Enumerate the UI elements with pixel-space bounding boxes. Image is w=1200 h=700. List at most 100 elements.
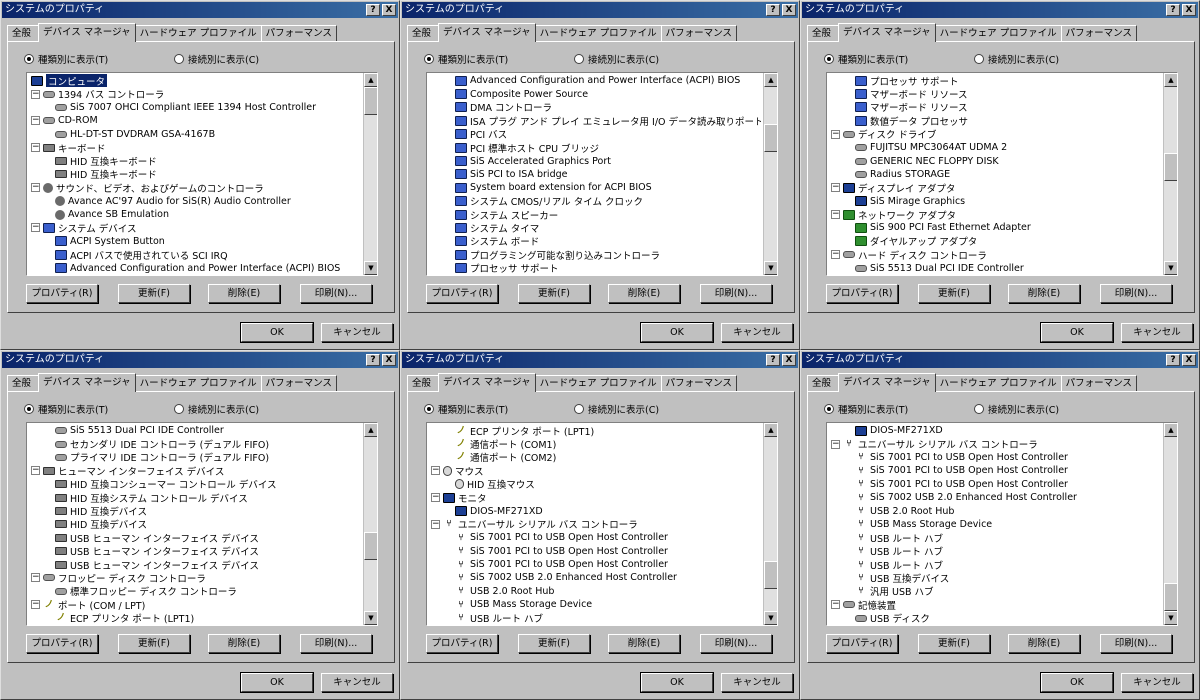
cancel-button[interactable]: キャンセル: [1121, 673, 1193, 692]
tree-scrollbar[interactable]: ▲ ▼: [763, 423, 777, 625]
radio-by-connection[interactable]: 接続別に表示(C): [174, 52, 259, 66]
help-button[interactable]: ?: [766, 4, 780, 16]
tab-hardware-profiles[interactable]: ハードウェア プロファイル: [934, 375, 1062, 391]
collapse-toggle[interactable]: −: [831, 600, 840, 610]
scroll-down-icon[interactable]: ▼: [364, 261, 377, 275]
device-tree[interactable]: ノ ECP プリンタ ポート (LPT1) ノ通信ポート (COM1) ノ通信ポート …: [426, 422, 778, 626]
cancel-button[interactable]: キャンセル: [321, 673, 393, 692]
tree-item[interactable]: − ディスプレイ アダプタ: [829, 181, 1161, 195]
ok-button[interactable]: OK: [240, 672, 314, 693]
tree-item[interactable]: − キーボード: [29, 141, 361, 154]
tree-item[interactable]: HID 互換キーボード: [29, 154, 361, 168]
tab-device-manager[interactable]: デバイス マネージャ: [438, 23, 536, 42]
tree-item[interactable]: USB ヒューマン インターフェイス デバイス: [29, 558, 361, 571]
tree-item[interactable]: HID 互換コンシューマー コントロール デバイス: [29, 478, 361, 491]
tree-item[interactable]: − ノポート (COM / LPT): [29, 598, 361, 611]
tree-item[interactable]: HL-DT-ST DVDRAM GSA-4167B: [29, 128, 361, 141]
tree-item[interactable]: SiS Mirage Graphics: [829, 195, 1161, 208]
tree-item[interactable]: USB ディスク: [829, 611, 1161, 625]
collapse-toggle[interactable]: −: [31, 466, 40, 476]
tree-item[interactable]: プログラミング可能な割り込みコントローラ: [429, 248, 761, 261]
tree-item[interactable]: ⑂ USB ルート ハブ: [829, 558, 1161, 572]
tree-item[interactable]: ⑂ SiS 7001 PCI to USB Open Host Controlle…: [829, 451, 1161, 464]
tab-general[interactable]: 全般: [807, 375, 839, 391]
scroll-down-icon[interactable]: ▼: [764, 261, 777, 275]
tree-item[interactable]: ⑂ SiS 7001 PCI to USB Open Host Controlle…: [829, 478, 1161, 491]
tab-hardware-profiles[interactable]: ハードウェア プロファイル: [534, 375, 662, 391]
tree-item[interactable]: SiS 7007 OHCI Compliant IEEE 1394 Host C…: [29, 101, 361, 114]
tree-item[interactable]: HID 互換システム コントロール デバイス: [29, 491, 361, 504]
tree-item[interactable]: ⑂ 汎用 USB ハブ: [829, 585, 1161, 598]
properties-button[interactable]: プロパティ(R): [426, 284, 498, 303]
tree-item[interactable]: − サウンド、ビデオ、およびゲームのコントローラ: [29, 181, 361, 195]
collapse-toggle[interactable]: −: [831, 210, 840, 220]
tree-item[interactable]: Advanced Configuration and Power Interfa…: [429, 74, 761, 87]
tree-item[interactable]: Advanced Configuration and Power Interfa…: [29, 261, 361, 274]
tree-scrollbar[interactable]: ▲ ▼: [1163, 423, 1177, 625]
tree-item[interactable]: ACPI バスで使用されている SCI IRQ: [29, 248, 361, 261]
tree-item[interactable]: − フロッピー ディスク コントローラ: [29, 571, 361, 585]
tree-item[interactable]: ⑂ SiS 7002 USB 2.0 Enhanced Host Controll…: [429, 571, 761, 584]
tree-item[interactable]: PCI バス: [429, 128, 761, 141]
tree-item[interactable]: − ネットワーク アダプタ: [829, 208, 1161, 221]
radio-by-connection[interactable]: 接続別に表示(C): [174, 402, 259, 416]
tree-item[interactable]: ノ ECP プリンタ ポート (LPT1): [29, 611, 361, 625]
print-button[interactable]: 印刷(N)...: [1100, 634, 1172, 653]
tree-item[interactable]: SiS 5513 Dual PCI IDE Controller: [829, 261, 1161, 274]
refresh-button[interactable]: 更新(F): [518, 634, 590, 653]
tree-item[interactable]: − 記憶装置: [829, 598, 1161, 611]
tree-item[interactable]: − ⑂ ユニバーサル シリアル バス コントローラ: [429, 518, 761, 531]
print-button[interactable]: 印刷(N)...: [1100, 284, 1172, 303]
properties-button[interactable]: プロパティ(R): [26, 284, 98, 303]
help-button[interactable]: ?: [766, 354, 780, 366]
tree-item[interactable]: ⑂ USB Mass Storage Device: [829, 518, 1161, 531]
tree-item[interactable]: ダイヤルアップ アダプタ: [829, 235, 1161, 248]
tab-device-manager[interactable]: デバイス マネージャ: [38, 373, 136, 392]
tree-item[interactable]: 標準フロッピー ディスク コントローラ: [29, 585, 361, 598]
cancel-button[interactable]: キャンセル: [321, 323, 393, 342]
tree-item[interactable]: − ⑂ ユニバーサル シリアル バス コントローラ: [829, 437, 1161, 451]
tree-item[interactable]: PCI 標準ホスト CPU ブリッジ: [429, 141, 761, 154]
collapse-toggle[interactable]: −: [831, 250, 840, 260]
tree-item[interactable]: USB ヒューマン インターフェイス デバイス: [29, 531, 361, 545]
tree-item[interactable]: DMA コントローラ: [429, 101, 761, 114]
tree-item[interactable]: USB ヒューマン インターフェイス デバイス: [29, 545, 361, 558]
remove-button[interactable]: 削除(E): [608, 284, 680, 303]
collapse-toggle[interactable]: −: [31, 143, 40, 153]
tree-item[interactable]: ノ通信ポート (COM2): [429, 451, 761, 464]
close-button[interactable]: X: [382, 4, 396, 16]
tab-performance[interactable]: パフォーマンス: [260, 25, 337, 41]
collapse-toggle[interactable]: −: [831, 129, 840, 139]
tree-item[interactable]: マザーボード リソース: [829, 87, 1161, 101]
tree-scrollbar[interactable]: ▲ ▼: [363, 73, 377, 275]
tree-item[interactable]: プロセッサ サポート: [829, 74, 1161, 87]
scroll-up-icon[interactable]: ▲: [1164, 423, 1177, 437]
tab-performance[interactable]: パフォーマンス: [260, 375, 337, 391]
remove-button[interactable]: 削除(E): [1008, 284, 1080, 303]
device-tree[interactable]: Advanced Configuration and Power Interfa…: [426, 72, 778, 276]
tree-item[interactable]: HID 互換デバイス: [29, 504, 361, 518]
tree-item[interactable]: Composite Power Source: [429, 87, 761, 100]
collapse-toggle[interactable]: −: [831, 183, 840, 193]
tree-scrollbar[interactable]: ▲ ▼: [363, 423, 377, 625]
tree-scrollbar[interactable]: ▲ ▼: [763, 73, 777, 275]
tab-device-manager[interactable]: デバイス マネージャ: [838, 373, 936, 392]
collapse-toggle[interactable]: −: [831, 439, 840, 449]
tree-item[interactable]: FUJITSU MPC3064AT UDMA 2: [829, 141, 1161, 154]
tree-item[interactable]: Avance SB Emulation: [29, 208, 361, 221]
tree-item[interactable]: ⑂ SiS 7002 USB 2.0 Enhanced Host Controll…: [829, 491, 1161, 504]
tab-performance[interactable]: パフォーマンス: [660, 25, 737, 41]
tab-device-manager[interactable]: デバイス マネージャ: [438, 373, 536, 392]
collapse-toggle[interactable]: −: [31, 600, 40, 610]
close-button[interactable]: X: [1182, 354, 1196, 366]
scroll-down-icon[interactable]: ▼: [764, 611, 777, 625]
tree-item[interactable]: System board extension for ACPI BIOS: [429, 181, 761, 194]
tab-device-manager[interactable]: デバイス マネージャ: [38, 23, 136, 42]
tree-item[interactable]: − 1394 バス コントローラ: [29, 87, 361, 101]
tree-item[interactable]: プライマリ IDE コントローラ (デュアル FIFO): [29, 451, 361, 464]
tab-hardware-profiles[interactable]: ハードウェア プロファイル: [934, 25, 1062, 41]
radio-by-type[interactable]: 種類別に表示(T): [424, 52, 508, 66]
close-button[interactable]: X: [1182, 4, 1196, 16]
tree-item[interactable]: SiS Accelerated Graphics Port: [429, 154, 761, 167]
tree-item[interactable]: ⑂ USB Mass Storage Device: [429, 598, 761, 611]
